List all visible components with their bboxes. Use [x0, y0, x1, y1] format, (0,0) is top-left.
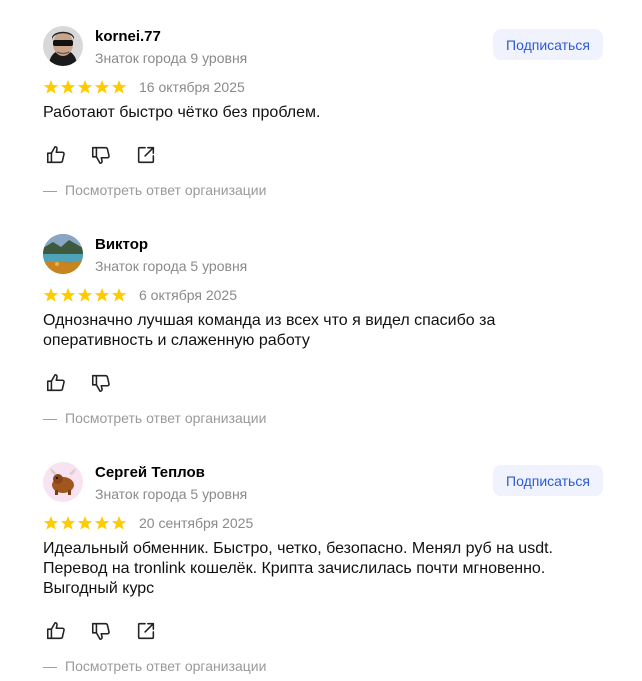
thumb-up-icon[interactable] [44, 619, 68, 643]
star-icon [94, 287, 110, 303]
review-actions [44, 619, 158, 643]
star-icon [111, 287, 127, 303]
thumb-down-icon[interactable] [89, 143, 113, 167]
star-icon [43, 287, 59, 303]
star-icon [111, 79, 127, 95]
author-name[interactable]: Виктор [95, 236, 148, 253]
star-icon [77, 79, 93, 95]
author-name[interactable]: Сергей Теплов [95, 464, 205, 481]
star-icon [60, 79, 76, 95]
star-icon [94, 79, 110, 95]
review-text: Работают быстро чётко без проблем. [43, 104, 321, 121]
thumb-up-icon[interactable] [44, 371, 68, 395]
avatar[interactable] [43, 26, 83, 66]
star-icon [77, 287, 93, 303]
review-date: 16 октября 2025 [139, 79, 245, 95]
star-icon [77, 515, 93, 531]
share-icon[interactable] [134, 619, 158, 643]
star-rating [43, 515, 127, 531]
review-date: 6 октября 2025 [139, 287, 237, 303]
author-name[interactable]: kornei.77 [95, 28, 161, 45]
review-text: Идеальный обменник. Быстро, четко, безоп… [43, 540, 553, 597]
rating-row: 16 октября 2025 [43, 79, 245, 95]
author-level: Знаток города 5 уровня [95, 486, 248, 502]
avatar[interactable] [43, 462, 83, 502]
star-icon [43, 515, 59, 531]
author-level: Знаток города 9 уровня [95, 50, 248, 66]
subscribe-button[interactable]: Подписаться [493, 29, 603, 60]
star-icon [60, 287, 76, 303]
star-rating [43, 79, 127, 95]
share-icon[interactable] [134, 143, 158, 167]
view-org-reply-link[interactable]: — Посмотреть ответ организации [43, 182, 266, 198]
view-org-reply-link[interactable]: — Посмотреть ответ организации [43, 658, 266, 674]
star-icon [111, 515, 127, 531]
subscribe-button[interactable]: Подписаться [493, 465, 603, 496]
reviews-list: kornei.77 Знаток города 9 уровня Подписа… [0, 0, 642, 681]
star-icon [43, 79, 59, 95]
review-actions [44, 143, 158, 167]
star-rating [43, 287, 127, 303]
star-icon [94, 515, 110, 531]
author-level: Знаток города 5 уровня [95, 258, 248, 274]
review-actions [44, 371, 113, 395]
view-org-reply-link[interactable]: — Посмотреть ответ организации [43, 410, 266, 426]
review-date: 20 сентября 2025 [139, 515, 254, 531]
rating-row: 6 октября 2025 [43, 287, 237, 303]
thumb-down-icon[interactable] [89, 371, 113, 395]
thumb-up-icon[interactable] [44, 143, 68, 167]
rating-row: 20 сентября 2025 [43, 515, 253, 531]
avatar[interactable] [43, 234, 83, 274]
star-icon [60, 515, 76, 531]
review-text: Однозначно лучшая команда из всех что я … [43, 312, 496, 349]
thumb-down-icon[interactable] [89, 619, 113, 643]
